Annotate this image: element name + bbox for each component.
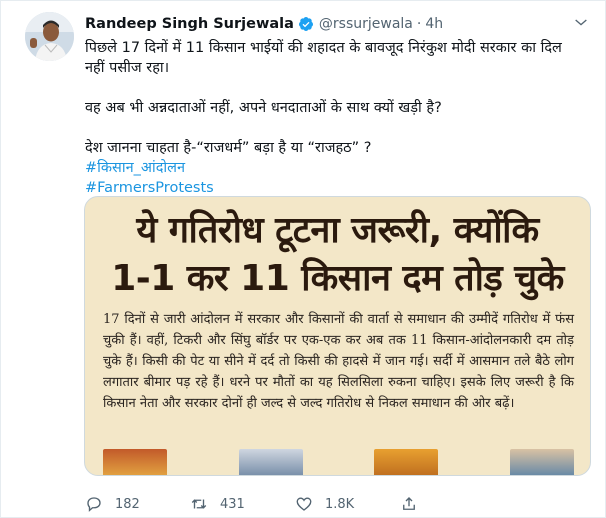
- like-icon: [296, 497, 312, 511]
- tweet-line-2: वह अब भी अन्नदाताओं नहीं, अपने धनदाताओं …: [85, 100, 442, 116]
- verified-badge-icon: [298, 17, 313, 31]
- media-photo-strip: [103, 449, 574, 475]
- author-name[interactable]: Randeep Singh Surjewala: [85, 16, 294, 32]
- tweet-line-1: पिछले 17 दिनों में 11 किसान भाईयों की शह…: [85, 40, 562, 76]
- retweet-button[interactable]: 431: [190, 493, 295, 515]
- separator-dot: ·: [416, 16, 422, 32]
- media-headline-line-2: 1-1 कर 11 किसान दम तोड़ चुके: [111, 258, 564, 299]
- tweet-media-image[interactable]: ये गतिरोध टूटना जरूरी, क्योंकि 1-1 कर 11…: [84, 196, 591, 476]
- media-photo: [103, 449, 167, 475]
- tweet-line-3: देश जानना चाहता है-“राजधर्म” बड़ा है या …: [85, 140, 372, 156]
- reply-button[interactable]: 182: [85, 493, 190, 515]
- retweet-count: 431: [220, 496, 245, 512]
- media-article-text: 17 दिनों से जारी आंदोलन में सरकार और किस…: [103, 312, 574, 411]
- media-headline: ये गतिरोध टूटना जरूरी, क्योंकि 1-1 कर 11…: [85, 207, 590, 303]
- media-headline-line-1: ये गतिरोध टूटना जरूरी, क्योंकि: [136, 210, 539, 251]
- avatar[interactable]: [25, 12, 74, 61]
- tweet-text: पिछले 17 दिनों में 11 किसान भाईयों की शह…: [85, 38, 585, 198]
- media-photo: [374, 449, 439, 475]
- avatar-image: [25, 12, 74, 61]
- reply-count: 182: [115, 496, 140, 512]
- tweet-actions: 182 431 1.8K: [85, 493, 505, 515]
- share-icon: [403, 497, 415, 510]
- tweet-header: Randeep Singh Surjewala @rssurjewala · 4…: [85, 13, 575, 35]
- media-photo: [238, 449, 303, 475]
- tweet-card[interactable]: Randeep Singh Surjewala @rssurjewala · 4…: [0, 0, 606, 518]
- hashtag-link[interactable]: #किसान_आंदोलन: [85, 158, 585, 178]
- more-options-icon[interactable]: [571, 14, 591, 30]
- retweet-icon: [191, 499, 207, 509]
- tweet-timestamp[interactable]: 4h: [425, 16, 443, 32]
- reply-icon: [87, 497, 101, 512]
- like-count: 1.8K: [325, 496, 355, 512]
- author-handle[interactable]: @rssurjewala: [319, 16, 413, 32]
- share-button[interactable]: [400, 493, 505, 515]
- like-button[interactable]: 1.8K: [295, 493, 400, 515]
- media-photo: [509, 449, 574, 475]
- hashtag-link[interactable]: #FarmersProtests: [85, 178, 585, 198]
